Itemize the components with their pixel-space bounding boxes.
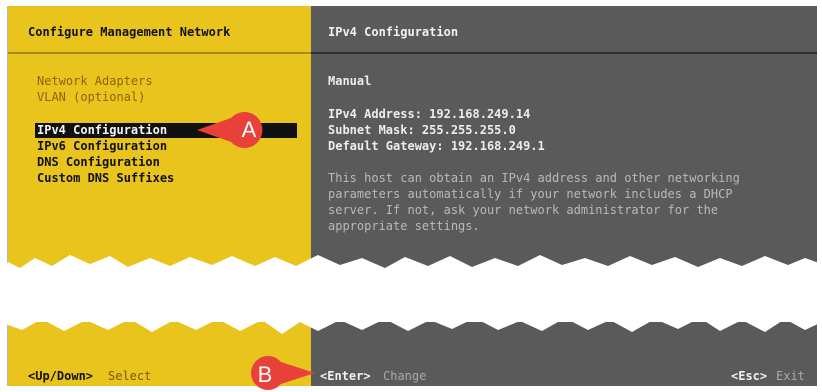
footer-exit-action[interactable]: Exit (776, 369, 805, 383)
footer-up-down-key: <Up/Down> (28, 369, 94, 383)
torn-paper-gap (0, 255, 822, 334)
footer-select-action[interactable]: Select (108, 369, 151, 383)
footer-change-action[interactable]: Change (383, 369, 426, 383)
callout-b-label: B (257, 362, 273, 387)
footer-esc-key: <Esc> (731, 369, 768, 383)
footer-enter-key: <Enter> (320, 369, 371, 383)
callout-a-label: A (241, 117, 257, 142)
